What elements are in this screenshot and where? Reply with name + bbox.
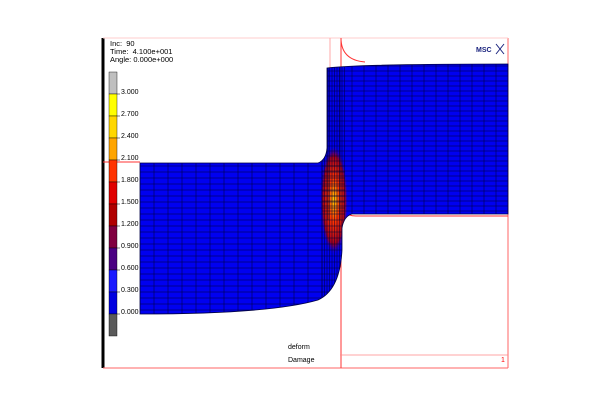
legend-tick-label: 0.300 bbox=[121, 287, 139, 294]
variable-name-label: Damage bbox=[288, 357, 315, 364]
legend-swatch bbox=[108, 203, 118, 227]
legend-tick-label: 3.000 bbox=[121, 89, 139, 96]
post-processing-viewport[interactable]: MSC Inc: 90 Time: 4.100e+001 Angle: 0.00… bbox=[0, 0, 612, 408]
damage-hot-zone bbox=[320, 145, 348, 255]
msc-logo-text: MSC bbox=[476, 47, 492, 54]
legend-tick-label: 1.800 bbox=[121, 177, 139, 184]
legend-swatch bbox=[108, 313, 118, 337]
legend-swatch bbox=[108, 225, 118, 249]
window-number-label: 1 bbox=[501, 357, 505, 364]
legend-tick-label: 2.400 bbox=[121, 133, 139, 140]
legend-tick-label: 2.700 bbox=[121, 111, 139, 118]
legend-tick-label: 1.200 bbox=[121, 221, 139, 228]
legend-swatch bbox=[108, 291, 118, 315]
legend-swatch bbox=[108, 269, 118, 293]
legend-swatch bbox=[108, 115, 118, 139]
legend-tick-label: 0.900 bbox=[121, 243, 139, 250]
legend-swatch bbox=[108, 93, 118, 117]
angle-label: Angle: 0.000e+000 bbox=[110, 55, 174, 64]
legend-swatch bbox=[108, 137, 118, 161]
legend-tick-label: 0.600 bbox=[121, 265, 139, 272]
legend-color-bar bbox=[108, 71, 120, 337]
workpiece-mesh bbox=[140, 64, 508, 314]
legend-swatch bbox=[108, 159, 118, 183]
model-name-label: deform bbox=[288, 344, 310, 351]
legend-tick-label: 1.500 bbox=[121, 199, 139, 206]
legend-swatch bbox=[108, 71, 118, 95]
legend-tick-label: 2.100 bbox=[121, 155, 139, 162]
legend-tick-label: 0.000 bbox=[121, 309, 139, 316]
msc-logo-mark bbox=[495, 43, 505, 55]
msc-logo: MSC bbox=[476, 43, 505, 55]
legend-swatch bbox=[108, 247, 118, 271]
die-upper-fillet bbox=[340, 37, 366, 63]
legend-swatch bbox=[108, 181, 118, 205]
